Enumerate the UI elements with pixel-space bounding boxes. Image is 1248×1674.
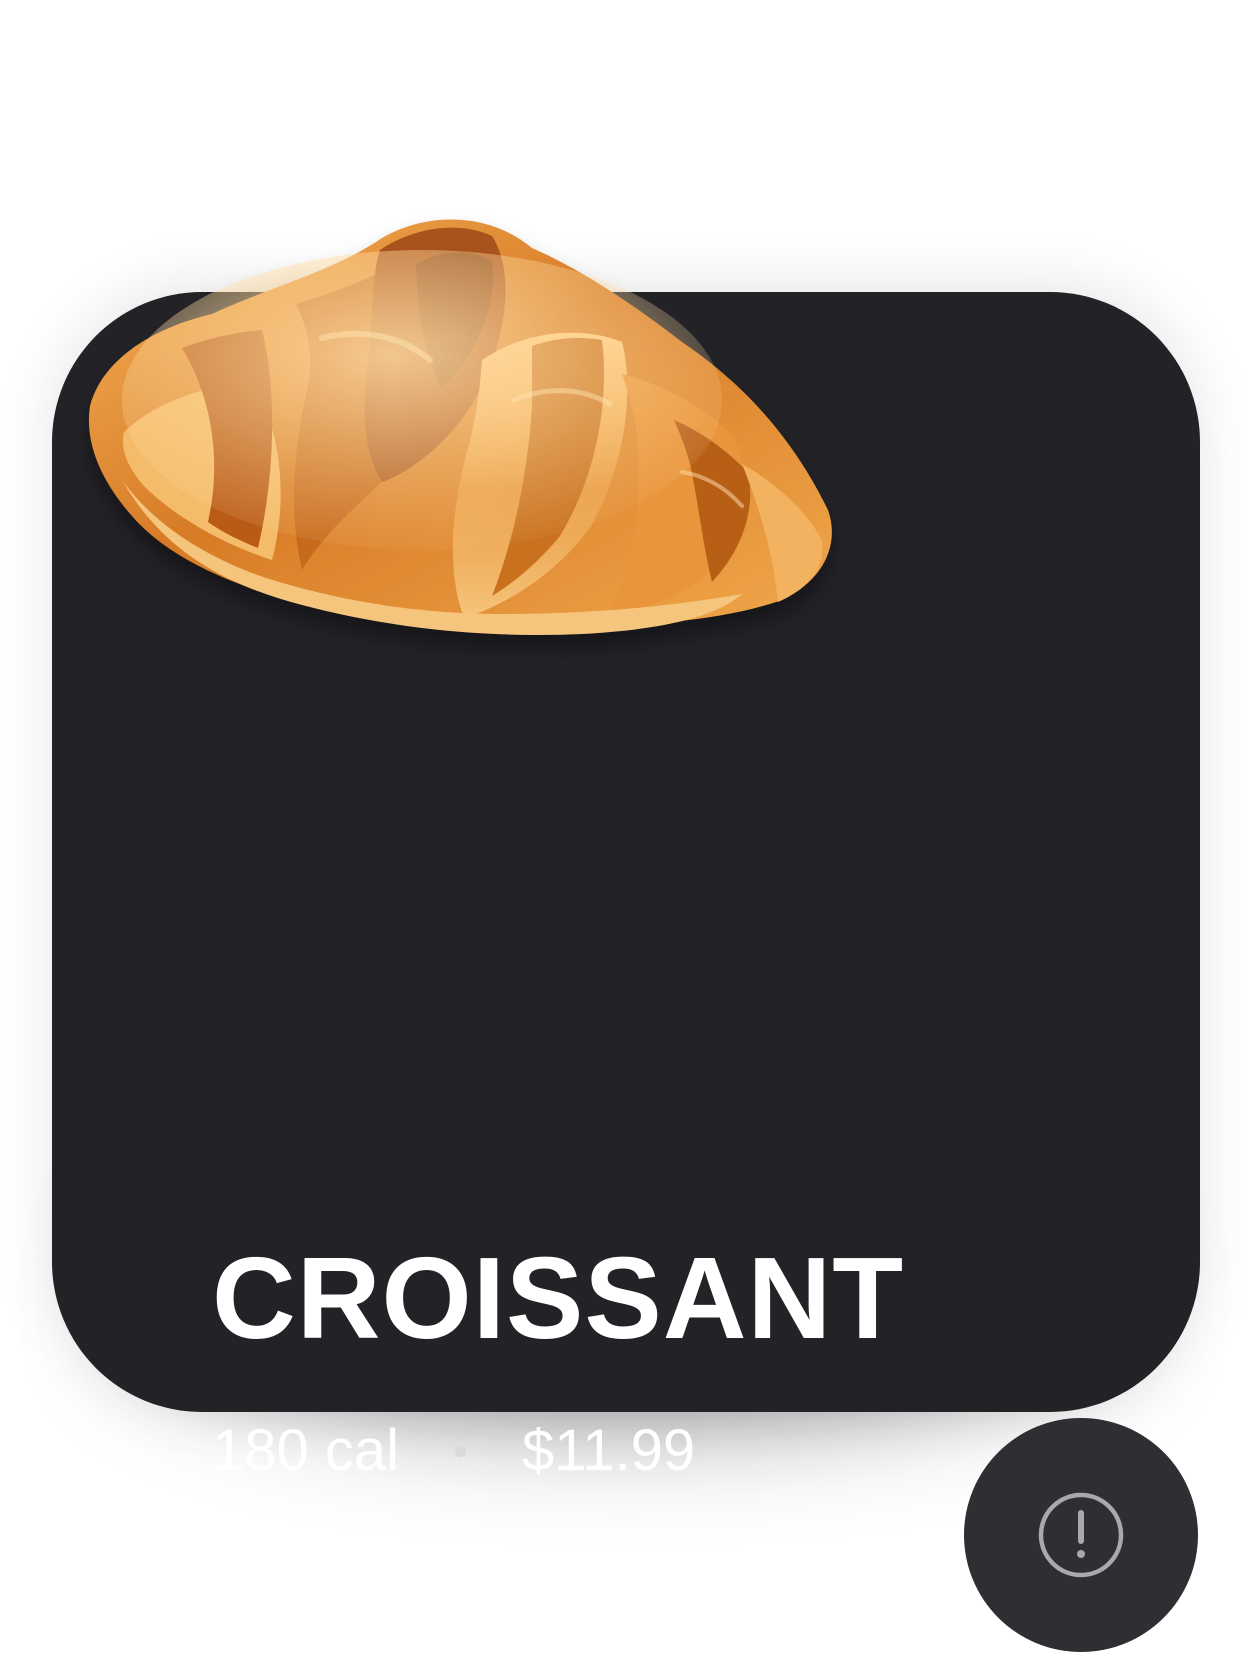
info-button[interactable] — [964, 1418, 1198, 1652]
separator-dot — [455, 1445, 467, 1457]
price-label: $11.99 — [522, 1418, 696, 1483]
croissant-image — [88, 219, 832, 635]
exclamation-circle-icon — [1038, 1492, 1124, 1578]
product-meta: 180 cal $11.99 — [212, 1422, 695, 1480]
product-title: CROISSANT — [212, 1233, 905, 1363]
calories-label: 180 cal — [212, 1418, 400, 1483]
